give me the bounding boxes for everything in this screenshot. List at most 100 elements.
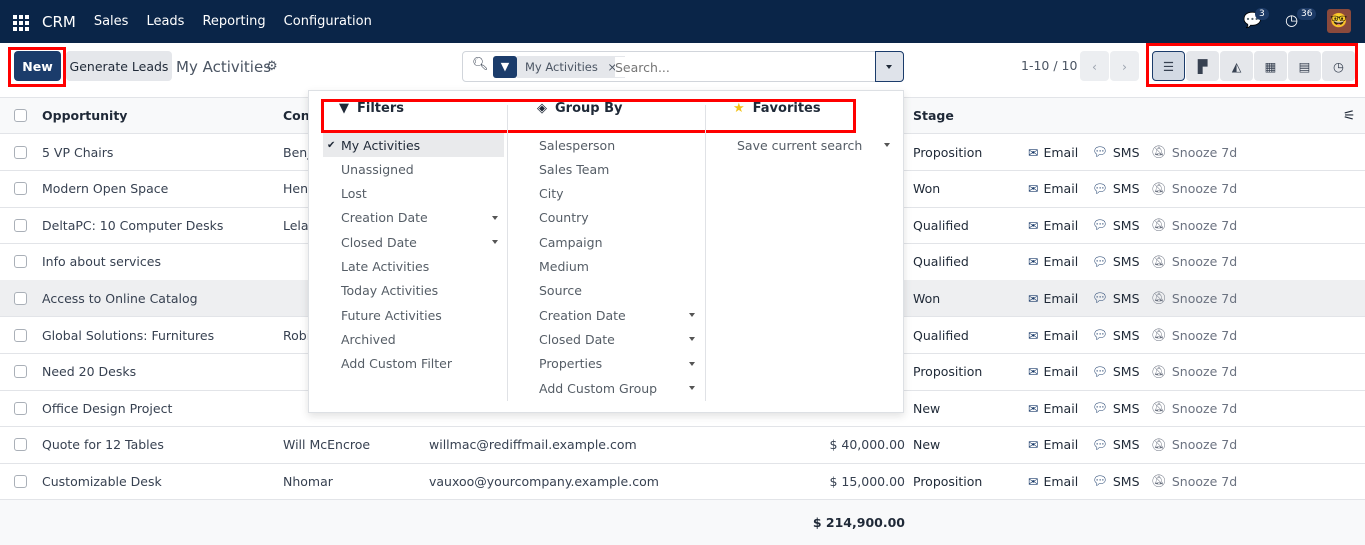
snooze-button[interactable]: 🔕︎ Snooze 7d — [1151, 364, 1237, 380]
row-checkbox[interactable] — [14, 328, 27, 342]
row-checkbox[interactable] — [14, 291, 27, 305]
header-stage[interactable]: Stage — [913, 108, 954, 123]
row-checkbox[interactable] — [14, 145, 27, 159]
sms-button[interactable]: 💬︎ SMS — [1092, 254, 1140, 270]
sms-button[interactable]: 💬︎ SMS — [1092, 400, 1140, 416]
graph-view-icon[interactable]: ◭ — [1220, 51, 1253, 81]
optional-columns-icon[interactable]: ⚟ — [1343, 108, 1356, 124]
activity-view-icon[interactable]: ◷ — [1322, 51, 1355, 81]
divider — [705, 105, 706, 401]
caret-down-icon[interactable] — [492, 215, 498, 220]
sms-button[interactable]: 💬︎ SMS — [1092, 364, 1140, 380]
row-checkbox[interactable] — [14, 438, 27, 452]
caret-down-icon[interactable] — [689, 313, 695, 318]
gear-icon[interactable]: ⚙ — [266, 59, 278, 74]
groupby-option[interactable]: Salesperson — [521, 133, 701, 157]
pivot-view-icon[interactable]: ▦ — [1254, 51, 1287, 81]
groupby-option[interactable]: Creation Date — [521, 303, 701, 327]
sms-button[interactable]: 💬︎ SMS — [1092, 437, 1140, 453]
snooze-button[interactable]: 🔕︎ Snooze 7d — [1151, 400, 1237, 416]
generate-leads-button[interactable]: Generate Leads — [66, 51, 172, 81]
user-avatar[interactable]: 🤓 — [1327, 9, 1351, 33]
sms-button[interactable]: 💬︎ SMS — [1092, 473, 1140, 489]
search-input[interactable] — [615, 57, 865, 77]
filters-option[interactable]: Creation Date — [323, 206, 504, 230]
kanban-view-icon[interactable]: ▛ — [1186, 51, 1219, 81]
search-options-toggle[interactable] — [875, 51, 904, 82]
email-button[interactable]: ✉ Email — [1028, 181, 1078, 196]
groupby-option[interactable]: Closed Date — [521, 327, 701, 351]
search-icon[interactable]: 🔍︎ — [472, 57, 489, 72]
sms-button[interactable]: 💬︎ SMS — [1092, 181, 1140, 197]
table-row[interactable]: Quote for 12 Tables Will McEncroe willma… — [0, 427, 1365, 464]
filters-option[interactable]: Unassigned — [323, 157, 504, 181]
pager-next[interactable]: › — [1110, 51, 1139, 81]
menu-leads[interactable]: Leads — [146, 14, 184, 29]
snooze-button[interactable]: 🔕︎ Snooze 7d — [1151, 290, 1237, 306]
filters-option[interactable]: Closed Date — [323, 230, 504, 254]
email-button[interactable]: ✉ Email — [1028, 474, 1078, 489]
app-name[interactable]: CRM — [42, 13, 76, 31]
email-button[interactable]: ✉ Email — [1028, 437, 1078, 452]
pager-previous[interactable]: ‹ — [1080, 51, 1109, 81]
filters-option[interactable]: Future Activities — [323, 303, 504, 327]
filters-option[interactable]: Add Custom Filter — [323, 352, 504, 376]
snooze-button[interactable]: 🔕︎ Snooze 7d — [1151, 144, 1237, 160]
menu-sales[interactable]: Sales — [94, 14, 129, 29]
pager-value[interactable]: 1-10 / 10 — [1021, 58, 1077, 73]
messages-icon[interactable]: 💬 3 — [1243, 8, 1269, 31]
menu-reporting[interactable]: Reporting — [202, 14, 265, 29]
row-checkbox[interactable] — [14, 218, 27, 232]
activities-icon[interactable]: ◷ 36 — [1285, 8, 1317, 31]
filters-option[interactable]: Archived — [323, 327, 504, 351]
email-button[interactable]: ✉ Email — [1028, 364, 1078, 379]
row-checkbox[interactable] — [14, 474, 27, 488]
table-row[interactable]: Customizable Desk Nhomar vauxoo@yourcomp… — [0, 463, 1365, 501]
email-button[interactable]: ✉ Email — [1028, 291, 1078, 306]
groupby-option[interactable]: Sales Team — [521, 157, 701, 181]
snooze-button[interactable]: 🔕︎ Snooze 7d — [1151, 217, 1237, 233]
snooze-button[interactable]: 🔕︎ Snooze 7d — [1151, 473, 1237, 489]
sms-button[interactable]: 💬︎ SMS — [1092, 144, 1140, 160]
email-button[interactable]: ✉ Email — [1028, 401, 1078, 416]
email-button[interactable]: ✉ Email — [1028, 328, 1078, 343]
email-button[interactable]: ✉ Email — [1028, 254, 1078, 269]
groupby-option[interactable]: Source — [521, 279, 701, 303]
caret-down-icon[interactable] — [492, 240, 498, 245]
snooze-button[interactable]: 🔕︎ Snooze 7d — [1151, 181, 1237, 197]
header-opportunity[interactable]: Opportunity — [42, 108, 127, 123]
list-view-icon[interactable]: ☰ — [1152, 51, 1185, 81]
snooze-button[interactable]: 🔕︎ Snooze 7d — [1151, 437, 1237, 453]
comments-icon: 💬︎ — [1092, 473, 1108, 489]
menu-configuration[interactable]: Configuration — [284, 14, 372, 29]
filters-option[interactable]: Late Activities — [323, 255, 504, 279]
row-checkbox[interactable] — [14, 255, 27, 269]
groupby-option[interactable]: Properties — [521, 352, 701, 376]
row-checkbox[interactable] — [14, 365, 27, 379]
calendar-view-icon[interactable]: ▤ — [1288, 51, 1321, 81]
caret-down-icon[interactable] — [689, 386, 695, 390]
row-checkbox[interactable] — [14, 401, 27, 415]
email-button[interactable]: ✉ Email — [1028, 145, 1078, 160]
favorites-option[interactable]: Save current search — [719, 133, 896, 157]
caret-down-icon[interactable] — [884, 143, 890, 147]
groupby-option[interactable]: City — [521, 182, 701, 206]
groupby-option[interactable]: Campaign — [521, 230, 701, 254]
sms-button[interactable]: 💬︎ SMS — [1092, 290, 1140, 306]
groupby-option[interactable]: Add Custom Group — [521, 376, 701, 400]
filters-option[interactable]: Lost — [323, 182, 504, 206]
caret-down-icon[interactable] — [689, 337, 695, 342]
caret-down-icon[interactable] — [689, 361, 695, 366]
groupby-option[interactable]: Medium — [521, 255, 701, 279]
filters-option[interactable]: Today Activities — [323, 279, 504, 303]
email-button[interactable]: ✉ Email — [1028, 218, 1078, 233]
select-all-checkbox[interactable] — [14, 109, 27, 122]
snooze-button[interactable]: 🔕︎ Snooze 7d — [1151, 327, 1237, 343]
filters-option[interactable]: ✔ My Activities — [323, 133, 504, 157]
row-checkbox[interactable] — [14, 182, 27, 196]
apps-menu-icon[interactable] — [13, 14, 29, 31]
sms-button[interactable]: 💬︎ SMS — [1092, 327, 1140, 343]
groupby-option[interactable]: Country — [521, 206, 701, 230]
sms-button[interactable]: 💬︎ SMS — [1092, 217, 1140, 233]
snooze-button[interactable]: 🔕︎ Snooze 7d — [1151, 254, 1237, 270]
